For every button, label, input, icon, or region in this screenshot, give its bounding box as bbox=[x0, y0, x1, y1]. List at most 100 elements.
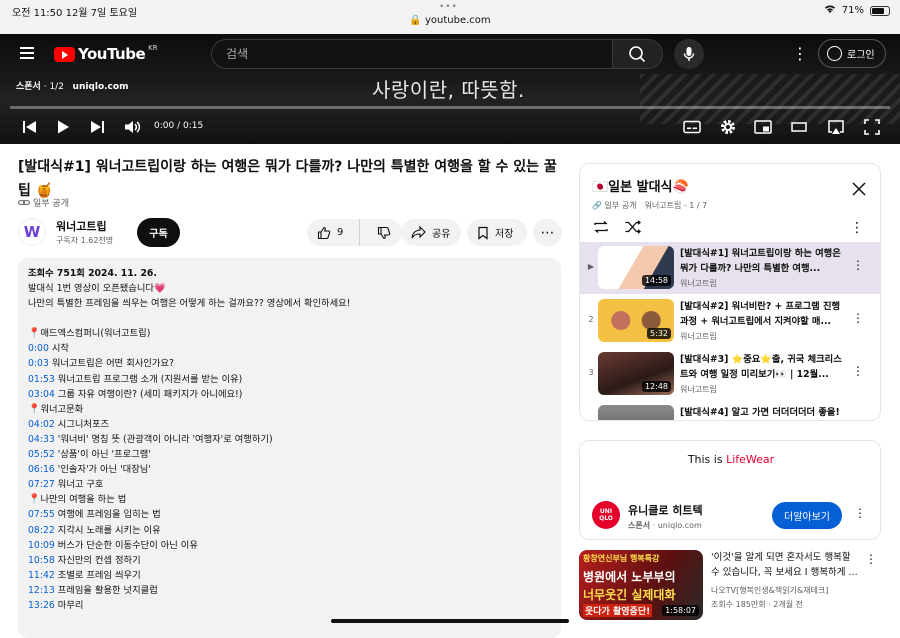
recommended-stats: 조회수 185만회 · 2개월 전 bbox=[711, 600, 803, 609]
channel-avatar[interactable]: W bbox=[18, 218, 46, 246]
playlist-thumbnail: 12:48 bbox=[598, 352, 674, 395]
settings-more-icon[interactable]: ⋮ bbox=[792, 45, 808, 63]
search-button[interactable] bbox=[612, 40, 662, 68]
chapter-label: 그룹 자유 여행이란? (세미 패키지가 아니에요!) bbox=[57, 388, 243, 400]
playlist-thumbnail: 5:32 bbox=[598, 299, 674, 342]
duration-badge: 5:32 bbox=[647, 328, 671, 339]
search-icon bbox=[629, 46, 646, 63]
item-more-icon[interactable]: ⋮ bbox=[852, 258, 864, 272]
advertiser-name: 유니클로 히트텍 bbox=[628, 504, 703, 517]
ad-sponsor-overlay[interactable]: 스폰서 · 1/2 uniqlo.com bbox=[16, 79, 128, 92]
home-indicator[interactable] bbox=[331, 619, 569, 623]
chapter-label: 프레임을 활용한 넛지클럽 bbox=[57, 584, 158, 596]
chapter-timestamp-link[interactable]: 06:16 bbox=[28, 464, 55, 475]
thumbnail-text: 병원에서 노부부의 bbox=[583, 570, 676, 584]
fullscreen-icon[interactable] bbox=[862, 117, 882, 137]
settings-gear-icon[interactable] bbox=[718, 117, 738, 137]
chapter-timestamp-link[interactable]: 0:03 bbox=[28, 358, 49, 369]
close-icon[interactable] bbox=[851, 181, 867, 197]
subtitles-icon[interactable] bbox=[682, 117, 702, 137]
playlist-channel[interactable]: 워너고트립 - 1 / 7 bbox=[645, 200, 708, 211]
next-icon[interactable] bbox=[87, 117, 107, 137]
thumbnail-text: 웃다가 촬영중단! bbox=[583, 604, 653, 617]
ad-sponsor-label: 스폰서 bbox=[16, 82, 41, 92]
chapter-timestamp-link[interactable]: 08:22 bbox=[28, 525, 55, 536]
chapter-section-label: 워너고문화 bbox=[40, 403, 84, 415]
chapter-section-label: 나만의 여행을 하는 법 bbox=[40, 494, 127, 506]
youtube-logo[interactable]: YouTube KR bbox=[54, 44, 158, 63]
dislike-button[interactable] bbox=[366, 219, 402, 246]
chapter-timestamp-link[interactable]: 10:58 bbox=[28, 555, 55, 566]
chapter-timestamp-link[interactable]: 04:02 bbox=[28, 419, 55, 430]
chapter-label: 워너고 구호 bbox=[57, 479, 104, 491]
chapter-section-heading: 📍나만의 여행을 하는 법 bbox=[28, 492, 551, 507]
chapter-label: 워너고트립은 어떤 회사인가요? bbox=[51, 358, 174, 370]
shuffle-icon[interactable] bbox=[624, 220, 642, 234]
more-actions-button[interactable]: ⋯ bbox=[533, 219, 562, 246]
battery-percent: 71% bbox=[841, 5, 864, 16]
ad-card[interactable]: This is LifeWear UNI QLO 유니클로 히트텍 스폰서 · … bbox=[579, 440, 881, 540]
chapter-timestamp-link[interactable]: 03:04 bbox=[28, 389, 55, 400]
miniplayer-icon[interactable] bbox=[753, 117, 773, 137]
playlist-title[interactable]: 🇯🇵일본 발대식🍣 bbox=[592, 176, 689, 195]
progress-bar[interactable] bbox=[10, 106, 890, 109]
channel-name[interactable]: 워너고트립 bbox=[56, 218, 107, 234]
theater-mode-icon[interactable] bbox=[789, 117, 809, 137]
chapter-timestamp-link[interactable]: 01:53 bbox=[28, 374, 55, 385]
chapter-timestamp-link[interactable]: 04:33 bbox=[28, 434, 55, 445]
playlist-item-channel: 워너고트립 bbox=[680, 332, 717, 341]
share-label: 공유 bbox=[432, 229, 451, 240]
thumbnail-text: 황창연신부님 행복특강 bbox=[583, 554, 660, 563]
youtube-play-icon bbox=[54, 46, 75, 62]
recommended-more-icon[interactable]: ⋮ bbox=[865, 552, 877, 566]
chapter-timestamp-link[interactable]: 11:42 bbox=[28, 570, 55, 581]
search-input[interactable] bbox=[212, 40, 614, 68]
recommended-video[interactable]: 황창연신부님 행복특강 병원에서 노부부의 너무웃긴 실제대화 웃다가 촬영중단… bbox=[579, 548, 881, 620]
login-button[interactable]: 로그인 bbox=[818, 39, 886, 68]
ad-more-icon[interactable]: ⋮ bbox=[854, 506, 866, 520]
share-button[interactable]: 공유 bbox=[401, 219, 461, 246]
uniqlo-logo: UNI QLO bbox=[592, 501, 620, 529]
chapter-row: 10:09 버스가 단순한 이동수단이 아닌 이유 bbox=[28, 538, 551, 553]
chapter-row: 01:53 워너고트립 프로그램 소개 (지원서를 받는 이유) bbox=[28, 372, 551, 387]
item-more-icon[interactable]: ⋮ bbox=[852, 311, 864, 325]
voice-search-button[interactable] bbox=[674, 39, 704, 69]
address-bar[interactable]: 🔒 youtube.com bbox=[0, 15, 900, 26]
like-count: 9 bbox=[337, 227, 344, 238]
playlist-item-title: [발대식#3] ⭐중요⭐출, 귀국 체크리스트와 여행 일정 미리보기👀 | 1… bbox=[680, 354, 842, 380]
multitask-dots-icon[interactable]: ••• bbox=[439, 2, 458, 12]
chapter-timestamp-link[interactable]: 13:26 bbox=[28, 600, 55, 611]
share-icon bbox=[411, 226, 426, 239]
playlist-item[interactable]: ▶ 14:58 [발대식#1] 워너고트립이랑 하는 여행은 뭐가 다를까? 나… bbox=[580, 242, 880, 294]
airplay-icon[interactable] bbox=[826, 117, 846, 137]
chapter-timestamp-link[interactable]: 12:13 bbox=[28, 585, 55, 596]
playlist-item[interactable]: 4 [발대식#4] 알고 가면 더더더더더 좋을! bbox=[580, 401, 880, 420]
menu-icon[interactable] bbox=[20, 47, 34, 59]
playlist-more-icon[interactable]: ⋮ bbox=[850, 220, 864, 236]
browser-status-bar: 오전 11:50 12월 7일 토요일 ••• 🔒 youtube.com 71… bbox=[0, 0, 900, 34]
playlist-thumbnail: 14:58 bbox=[598, 246, 674, 289]
chapter-row: 07:55 여행에 프레임을 입히는 법 bbox=[28, 507, 551, 522]
save-button[interactable]: 저장 bbox=[467, 219, 527, 246]
like-button[interactable]: 9 bbox=[307, 219, 360, 246]
subscribe-button[interactable]: 구독 bbox=[137, 218, 180, 247]
play-icon[interactable] bbox=[53, 117, 73, 137]
volume-icon[interactable] bbox=[122, 117, 142, 137]
chapter-timestamp-link[interactable]: 0:00 bbox=[28, 343, 49, 354]
description-box[interactable]: 조회수 751회 2024. 11. 26. 발대식 1번 영상이 오픈됐습니다… bbox=[18, 258, 561, 638]
playlist-item[interactable]: 2 5:32 [발대식#2] 워너비란? + 프로그램 진행 과정 + 워너고트… bbox=[580, 295, 880, 347]
video-player[interactable]: YouTube KR ⋮ 로그인 스폰서 · 1/2 uniqlo.com 사랑… bbox=[0, 34, 900, 144]
learn-more-button[interactable]: 더알아보기 bbox=[772, 502, 842, 529]
previous-icon[interactable] bbox=[20, 117, 40, 137]
loop-icon[interactable] bbox=[592, 220, 610, 234]
pin-icon: 📍 bbox=[28, 403, 41, 415]
description-line: 발대식 1번 영상이 오픈됐습니다💗 bbox=[28, 283, 166, 295]
playlist-item[interactable]: 3 12:48 [발대식#3] ⭐중요⭐출, 귀국 체크리스트와 여행 일정 미… bbox=[580, 348, 880, 400]
chapter-section-heading: 📍워너고문화 bbox=[28, 402, 551, 417]
chapter-timestamp-link[interactable]: 07:55 bbox=[28, 509, 55, 520]
playlist-item-index: 3 bbox=[588, 368, 594, 377]
chapter-timestamp-link[interactable]: 05:52 bbox=[28, 449, 55, 460]
item-more-icon[interactable]: ⋮ bbox=[852, 364, 864, 378]
chapter-timestamp-link[interactable]: 07:27 bbox=[28, 479, 55, 490]
chapter-timestamp-link[interactable]: 10:09 bbox=[28, 540, 55, 551]
